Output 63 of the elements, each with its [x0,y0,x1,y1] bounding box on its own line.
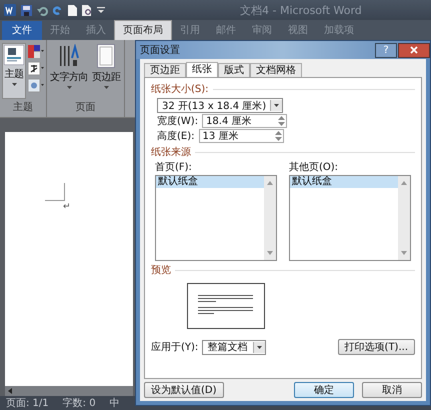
section-heading: 纸张来源 [151,146,191,159]
dropdown-arrow-icon [104,86,109,89]
status-text: 字数: 0 [62,396,96,410]
text-direction-icon [58,44,80,68]
print-options-button[interactable]: 打印选项(T)... [338,339,415,355]
list-label: 首页(F): [155,161,193,174]
dialog-title: 页面设置 [140,44,180,57]
dialog-tab[interactable]: 文档网格 [250,63,302,77]
section-heading: 预览 [151,264,171,277]
dropdown-field[interactable]: 整篇文档 [202,340,266,354]
list-item[interactable]: 默认纸盒 [290,176,398,188]
spinner-arrows-icon [278,116,286,126]
dropdown-arrow-icon [274,104,279,107]
field-label: 高度(E): [157,130,194,143]
print-preview-icon[interactable] [82,4,92,16]
paper-tray-list[interactable]: 默认纸盒 [289,175,411,261]
close-button[interactable] [398,42,430,58]
theme-icon [4,45,24,65]
field-label: 应用于(Y): [151,340,198,354]
dialog-tab[interactable]: 版式 [218,63,250,77]
ribbon-button[interactable]: 文字方向 [49,43,89,99]
ribbon-tab[interactable]: 页面布局 [114,20,172,40]
group-label: 页面 [74,101,96,115]
list-label: 其他页(O): [289,160,340,174]
window-title: 文档4 - Microsoft Word [240,2,362,18]
paper-tray-list[interactable]: 默认纸盒 [155,175,277,261]
vertical-scrollbar[interactable] [264,176,276,260]
redo-icon[interactable] [53,5,63,15]
page-margins-icon [97,44,116,68]
paragraph-mark: ↵ [63,202,71,212]
ribbon-button[interactable]: 页边距 [91,43,122,99]
ribbon-button[interactable]: 主题 [2,43,26,99]
dialog-button[interactable]: 设为默认值(D) [144,382,224,398]
dropdown-field[interactable]: 32 开(13 x 18.4 厘米) [157,98,283,113]
list-item[interactable]: 默认纸盒 [156,176,264,188]
dialog-button[interactable]: 确定 [294,382,354,398]
margin-corner-mark [45,183,65,201]
file-tab[interactable]: 文件 [2,21,42,40]
theme-colors-icon[interactable] [28,45,44,58]
spinner-arrows-icon [274,131,282,141]
save-icon[interactable] [21,4,32,16]
field-label: 宽度(W): [157,114,198,128]
undo-icon[interactable] [37,4,48,16]
customize-menu-icon[interactable] [97,6,105,14]
dropdown-arrow-icon [12,83,16,86]
spinner-field[interactable]: 18.4 厘米 [202,114,288,128]
group-label: 主题 [12,100,34,115]
status-text: 中 [110,396,120,410]
dropdown-arrow-icon [66,86,72,89]
dialog-tab[interactable]: 页边距 [144,63,186,77]
new-document-icon[interactable] [68,4,77,16]
section-heading: 纸张大小(S): [151,82,209,96]
dialog-button[interactable]: 取消 [362,382,422,398]
dropdown-arrow-icon [257,346,262,348]
theme-fonts-icon[interactable] [28,62,44,75]
horizontal-scrollbar[interactable] [5,386,133,396]
close-icon [410,46,418,54]
word-app-icon [4,4,16,16]
status-text: 页面: 1/1 [6,397,49,410]
dialog-tab[interactable]: 纸张 [186,62,218,77]
vertical-scrollbar[interactable] [398,176,410,260]
scroll-left-icon[interactable] [8,388,12,394]
spinner-field[interactable]: 13 厘米 [198,129,284,143]
